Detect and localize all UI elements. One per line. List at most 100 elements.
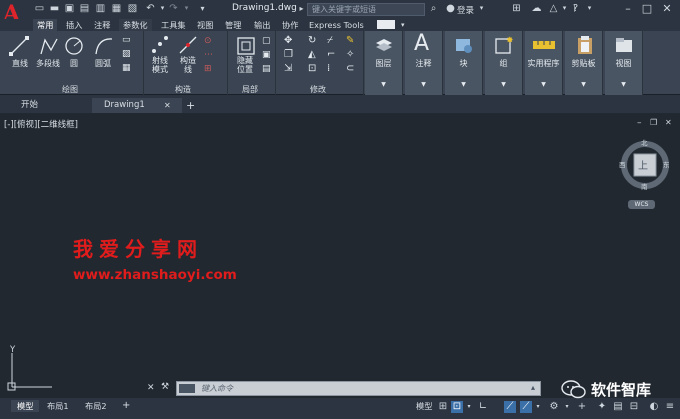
tab-express-tools[interactable]: Express Tools	[305, 19, 368, 31]
copy-icon[interactable]: ❐	[284, 49, 295, 60]
close-tab-icon[interactable]: ✕	[164, 98, 171, 113]
tab-insert[interactable]: 插入	[62, 19, 86, 31]
lock-ui-icon[interactable]: ⊟	[628, 401, 640, 413]
viewcube-south[interactable]: 南	[641, 181, 648, 191]
isodraft-dropdown-icon[interactable]: ▾	[532, 401, 544, 413]
layers-dropdown-icon[interactable]: ▼	[365, 81, 402, 88]
ortho-icon[interactable]: ∟	[477, 401, 489, 413]
block-panel[interactable]: 块 ▼	[445, 31, 483, 95]
close-icon[interactable]: ✕	[660, 2, 674, 16]
plot-icon[interactable]: ▧	[127, 3, 138, 14]
local-tool-1-icon[interactable]: ▢	[262, 36, 273, 47]
scale-icon[interactable]: ⊡	[308, 63, 319, 74]
login-label[interactable]: 登录	[457, 4, 474, 16]
undo-icon[interactable]: ↶	[145, 3, 156, 14]
workspace-dropdown-icon[interactable]: ▾	[561, 401, 573, 413]
open-folder-icon[interactable]: ▬	[49, 3, 60, 14]
search-icon[interactable]: ⌕	[428, 3, 439, 14]
workspace-icon[interactable]: ⚙	[548, 401, 560, 413]
command-history-icon[interactable]	[179, 384, 195, 393]
local-tool-3-icon[interactable]: ▤	[262, 64, 273, 75]
construct-group-label[interactable]: 构造	[175, 85, 191, 95]
redo-dropdown-icon[interactable]: ▾	[181, 3, 192, 14]
draw-group-label[interactable]: 绘图	[62, 85, 78, 95]
viewcube-west[interactable]: 西	[619, 159, 626, 169]
xline-label[interactable]: 构造 线	[176, 56, 200, 74]
user-icon[interactable]: ●	[445, 3, 456, 14]
gradient-icon[interactable]: ▦	[122, 63, 133, 74]
tab-toolsets[interactable]: 工具集	[157, 19, 190, 31]
search-input[interactable]: 键入关键字或短语	[307, 3, 425, 16]
layers-panel[interactable]: 图层 ▼	[365, 31, 403, 95]
block-dropdown-icon[interactable]: ▼	[445, 81, 482, 88]
save-as-icon[interactable]: ▤	[79, 3, 90, 14]
command-input[interactable]: 键入命令	[201, 383, 233, 394]
grid-icon[interactable]: ⊞	[437, 401, 449, 413]
autodesk-account-icon[interactable]: △	[548, 3, 559, 14]
ribbon-minimize-icon[interactable]	[377, 20, 395, 29]
explode-icon[interactable]: ✧	[346, 49, 357, 60]
trim-icon[interactable]: ⌿	[327, 35, 338, 46]
wcs-menu[interactable]: WCS	[628, 200, 655, 209]
ribbon-options-icon[interactable]: ▾	[397, 19, 409, 31]
open-web-icon[interactable]: ▥	[95, 3, 106, 14]
new-tab-icon[interactable]: +	[180, 98, 195, 113]
array-icon[interactable]: ⁞	[327, 63, 338, 74]
viewport-close-icon[interactable]: ✕	[665, 118, 672, 127]
file-tab-start[interactable]: 开始	[7, 98, 87, 113]
isodraft-icon[interactable]: ⟋	[520, 401, 532, 413]
help-icon[interactable]: ?	[570, 3, 581, 14]
login-dropdown-icon[interactable]: ▾	[476, 3, 487, 14]
move-icon[interactable]: ✥	[284, 35, 295, 46]
hatch-icon[interactable]: ▨	[122, 49, 133, 60]
view-panel[interactable]: 视图 ▼	[605, 31, 643, 95]
layout-tab-2[interactable]: 布局2	[79, 400, 113, 412]
utilities-panel[interactable]: 实用程序 ▼	[525, 31, 563, 95]
circle-label[interactable]: 圆	[66, 59, 82, 68]
annotation-panel[interactable]: A 注释 ▼	[405, 31, 443, 95]
viewcube-east[interactable]: 东	[663, 159, 670, 169]
view-dropdown-icon[interactable]: ▼	[605, 81, 642, 88]
search-arrow-icon[interactable]: ▸	[296, 3, 307, 14]
clipboard-panel[interactable]: 剪贴板 ▼	[565, 31, 603, 95]
modify-group-label[interactable]: 修改	[310, 85, 326, 95]
undo-dropdown-icon[interactable]: ▾	[157, 3, 168, 14]
add-layout-icon[interactable]: +	[116, 400, 136, 412]
local-group-label[interactable]: 局部	[242, 85, 258, 95]
tab-collaborate[interactable]: 协作	[278, 19, 302, 31]
divide-icon[interactable]: ⋯	[204, 50, 215, 61]
snap-dropdown-icon[interactable]: ▾	[463, 401, 475, 413]
customization-icon[interactable]: ≡	[664, 401, 676, 413]
xline-icon[interactable]	[178, 35, 198, 55]
point-icon[interactable]: ⊙	[204, 36, 215, 47]
cloud-icon[interactable]: ☁	[531, 3, 542, 14]
help-dropdown-icon[interactable]: ▾	[584, 3, 595, 14]
polyline-label[interactable]: 多段线	[34, 59, 62, 68]
local-tool-2-icon[interactable]: ▣	[262, 50, 273, 61]
units-icon[interactable]: ✦	[596, 401, 608, 413]
polyline-icon[interactable]	[39, 36, 59, 56]
ray-icon[interactable]	[150, 35, 170, 55]
maximize-icon[interactable]: □	[640, 2, 654, 16]
isolate-icon[interactable]: ◐	[648, 401, 660, 413]
line-label[interactable]: 直线	[8, 59, 32, 68]
hide-position-icon[interactable]	[236, 36, 256, 56]
viewport-controls[interactable]: [-][俯视][二维线框]	[4, 118, 78, 130]
ray-label[interactable]: 射线 模式	[148, 56, 172, 74]
offset-icon[interactable]: ⊂	[346, 63, 357, 74]
tab-parametric[interactable]: 参数化	[119, 19, 152, 31]
arc-label[interactable]: 圆弧	[92, 59, 114, 68]
save-web-icon[interactable]: ▦	[111, 3, 122, 14]
hide-position-label[interactable]: 隐藏 位置	[232, 56, 258, 74]
viewport-minimize-icon[interactable]: –	[637, 118, 642, 128]
app-store-icon[interactable]: ⊞	[511, 3, 522, 14]
tab-output[interactable]: 输出	[250, 19, 274, 31]
annotation-monitor-icon[interactable]: +	[576, 401, 588, 413]
rotate-icon[interactable]: ↻	[308, 35, 319, 46]
tab-view[interactable]: 视图	[193, 19, 217, 31]
tab-manage[interactable]: 管理	[221, 19, 245, 31]
group-dropdown-icon[interactable]: ▼	[485, 81, 522, 88]
mirror-icon[interactable]: ◭	[308, 49, 319, 60]
utilities-dropdown-icon[interactable]: ▼	[525, 81, 562, 88]
tab-home[interactable]: 常用	[33, 19, 58, 31]
